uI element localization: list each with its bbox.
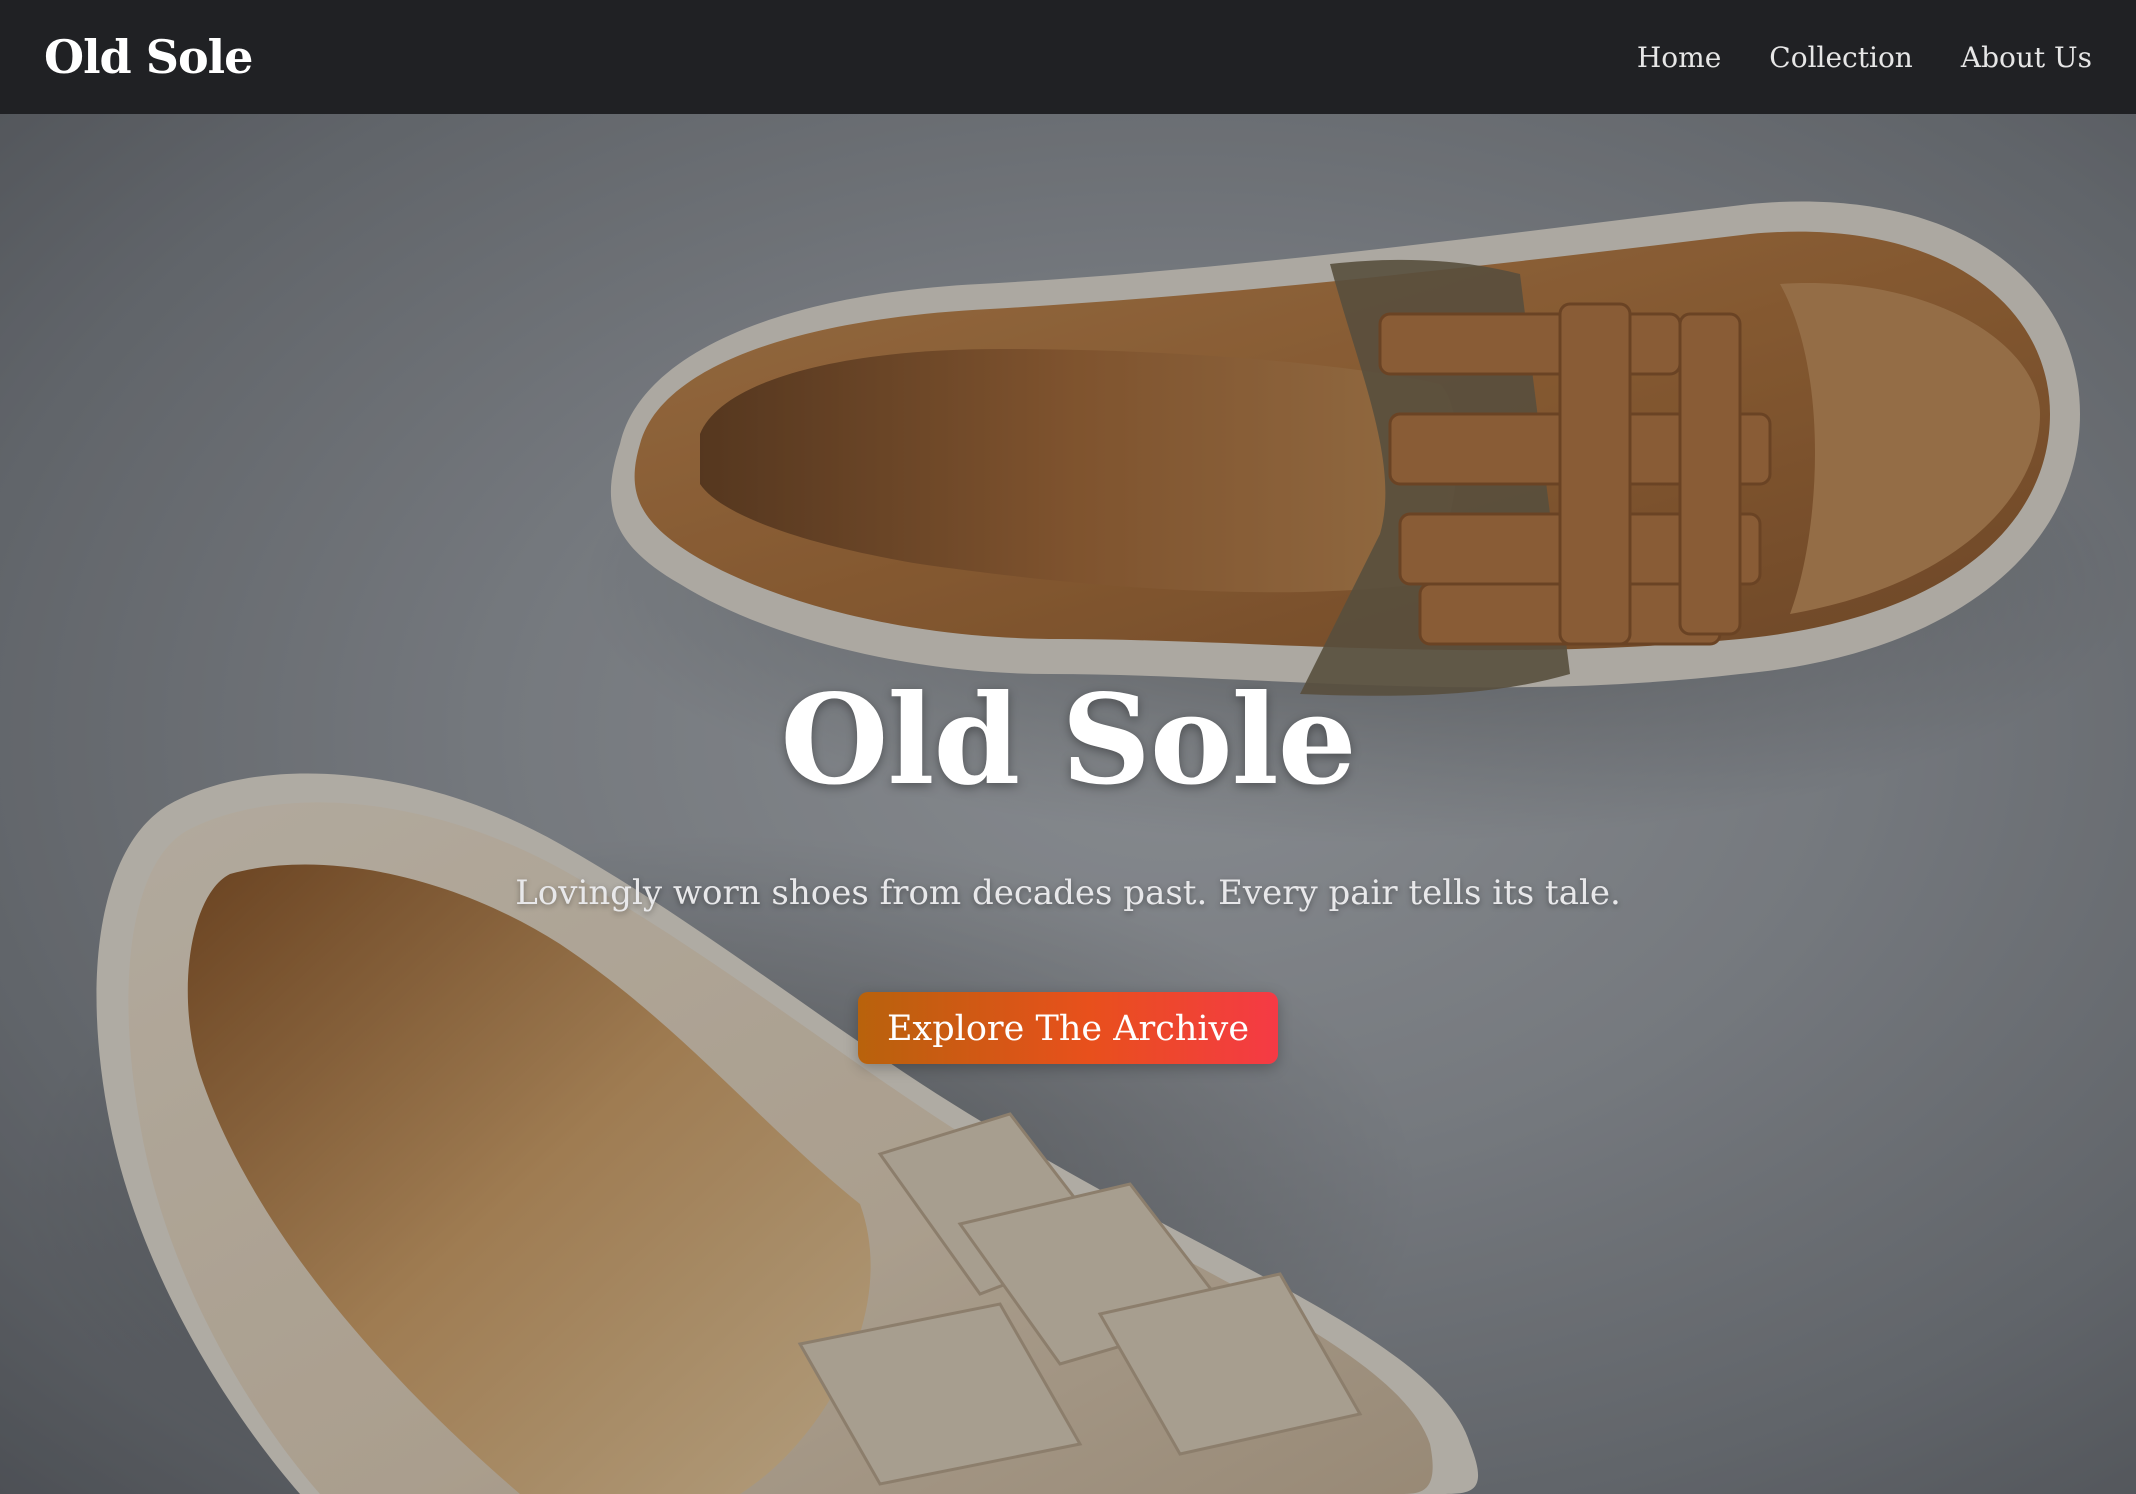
nav-links: Home Collection About Us [1637, 41, 2092, 74]
nav-link-collection[interactable]: Collection [1769, 41, 1913, 74]
hero-subtitle: Lovingly worn shoes from decades past. E… [515, 873, 1621, 913]
navbar: Old Sole Home Collection About Us [0, 0, 2136, 114]
explore-archive-button[interactable]: Explore The Archive [858, 992, 1278, 1064]
brand-logo[interactable]: Old Sole [44, 34, 253, 80]
nav-link-home[interactable]: Home [1637, 41, 1721, 74]
hero-content: Old Sole Lovingly worn shoes from decade… [0, 114, 2136, 1494]
hero-section: Old Sole Lovingly worn shoes from decade… [0, 114, 2136, 1494]
nav-link-about-us[interactable]: About Us [1961, 41, 2092, 74]
hero-title: Old Sole [780, 668, 1356, 813]
